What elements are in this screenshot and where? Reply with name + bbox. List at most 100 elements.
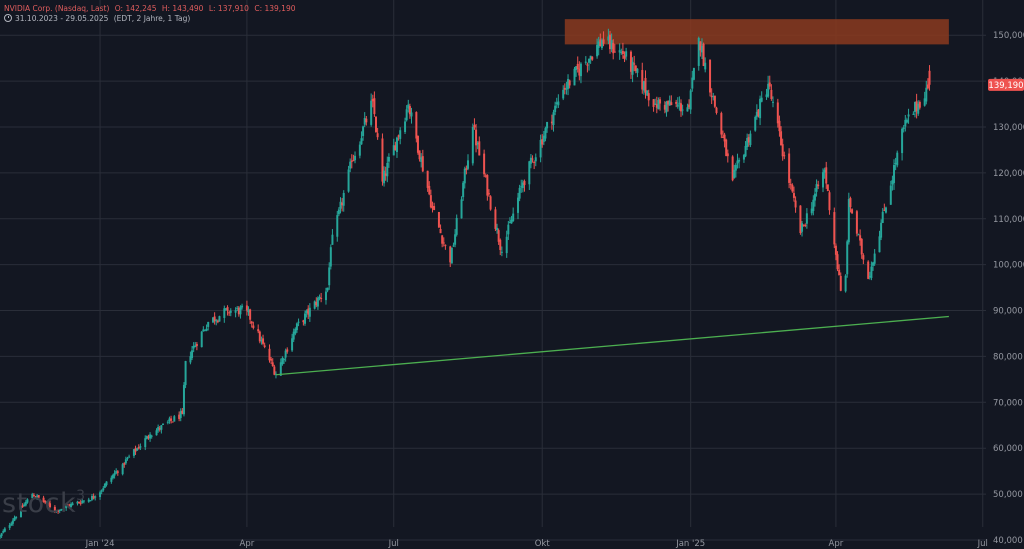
- candle-body: [804, 225, 807, 227]
- candle-body: [352, 160, 355, 162]
- candle-body: [336, 215, 339, 237]
- candle-body: [218, 316, 221, 322]
- candle-body: [625, 51, 628, 57]
- candle-body: [783, 155, 786, 157]
- candle-body: [478, 141, 481, 156]
- candle-body: [584, 61, 587, 63]
- candle-body: [337, 209, 340, 215]
- candle-body: [833, 212, 836, 245]
- candle-body: [370, 100, 373, 125]
- candle-body: [544, 128, 547, 139]
- support-trendline[interactable]: [275, 315, 949, 376]
- high-value: H: 143,490: [161, 4, 204, 13]
- candle-body: [460, 199, 463, 219]
- candle-body: [433, 206, 436, 210]
- candle-body: [405, 109, 408, 121]
- candle-body: [113, 473, 116, 476]
- candle-body: [557, 101, 560, 106]
- low-value: L: 137,910: [208, 4, 249, 13]
- candle-body: [860, 238, 863, 255]
- candle-body: [182, 384, 185, 415]
- candle-body: [375, 116, 378, 132]
- candle-body: [316, 297, 319, 307]
- candle-body: [395, 137, 398, 153]
- candle-body: [257, 329, 260, 332]
- candle-body: [326, 287, 329, 291]
- candle-body: [568, 80, 571, 86]
- candle-body: [161, 423, 164, 425]
- candle-body: [873, 253, 876, 264]
- candle-body: [794, 200, 797, 208]
- candle-body: [262, 338, 265, 344]
- candle-body: [884, 207, 887, 213]
- candle-body: [463, 168, 466, 184]
- candle-body: [166, 421, 169, 423]
- candle-body: [273, 366, 276, 375]
- candle-body: [150, 435, 153, 437]
- candle-body: [207, 322, 210, 327]
- x-tick-label: Okt: [535, 539, 551, 549]
- candles: [0, 28, 931, 540]
- clock-icon: [4, 14, 12, 22]
- candle-body: [770, 89, 773, 99]
- candle-body: [912, 113, 915, 115]
- last-price-label: 139,190: [988, 81, 1023, 91]
- candle-body: [855, 211, 858, 234]
- candle-body: [437, 212, 440, 228]
- y-tick-label: 60,000: [993, 444, 1023, 454]
- candle-body: [531, 158, 534, 160]
- candle-body: [160, 425, 163, 430]
- candle-body: [173, 416, 176, 422]
- candle-body: [689, 90, 692, 110]
- candle-body: [499, 239, 502, 250]
- candle-body: [268, 348, 271, 361]
- candle-body: [704, 62, 707, 70]
- candle-body: [241, 305, 244, 308]
- candle-body: [494, 209, 497, 229]
- candle-body: [486, 175, 489, 196]
- candle-body: [171, 421, 174, 423]
- candle-body: [421, 156, 424, 172]
- candle-body: [263, 345, 266, 347]
- candle-body: [347, 169, 350, 192]
- candle-body: [471, 126, 474, 164]
- candle-body: [128, 456, 131, 458]
- candle-body: [373, 98, 376, 115]
- candle-body: [426, 170, 429, 188]
- candle-body: [726, 153, 729, 157]
- candle-body: [473, 125, 476, 128]
- candle-body: [734, 164, 737, 171]
- candle-body: [788, 153, 791, 183]
- candle-body: [507, 224, 510, 235]
- candle-body: [404, 121, 407, 133]
- candle-body: [573, 68, 576, 86]
- candle-body: [857, 234, 860, 236]
- candle-body: [760, 97, 763, 102]
- x-tick-label: Jul: [977, 539, 988, 549]
- candle-body: [295, 323, 298, 331]
- candle-body: [812, 199, 815, 211]
- candle-body: [562, 89, 565, 99]
- candle-body: [554, 105, 557, 113]
- candle-body: [144, 438, 147, 448]
- y-tick-label: 110,000: [993, 215, 1024, 225]
- candle-body: [518, 187, 521, 199]
- ohlc-header: NVIDIA Corp. (Nasdaq, Last) O: 142,245 H…: [4, 4, 299, 13]
- price-chart[interactable]: 40,000 50,000 60,000 70,000 80,000 90,000 100,…: [0, 0, 1024, 549]
- candle-body: [365, 118, 368, 123]
- candle-body: [328, 267, 331, 286]
- candle-body: [354, 155, 357, 161]
- candle-body: [271, 362, 274, 367]
- range-header: 31.10.2023 - 29.05.2025 (EDT, 2 Jahre, 1…: [4, 14, 193, 23]
- candle-body: [11, 520, 14, 524]
- candle-body: [94, 496, 97, 498]
- candle-body: [781, 144, 784, 157]
- candle-body: [0, 536, 1, 538]
- y-tick-label: 100,000: [993, 261, 1024, 271]
- candle-body: [644, 77, 647, 93]
- candle-body: [896, 152, 899, 166]
- candle-body: [297, 321, 300, 323]
- candle-body: [505, 236, 508, 254]
- candle-body: [376, 133, 379, 138]
- candle-body: [768, 82, 771, 87]
